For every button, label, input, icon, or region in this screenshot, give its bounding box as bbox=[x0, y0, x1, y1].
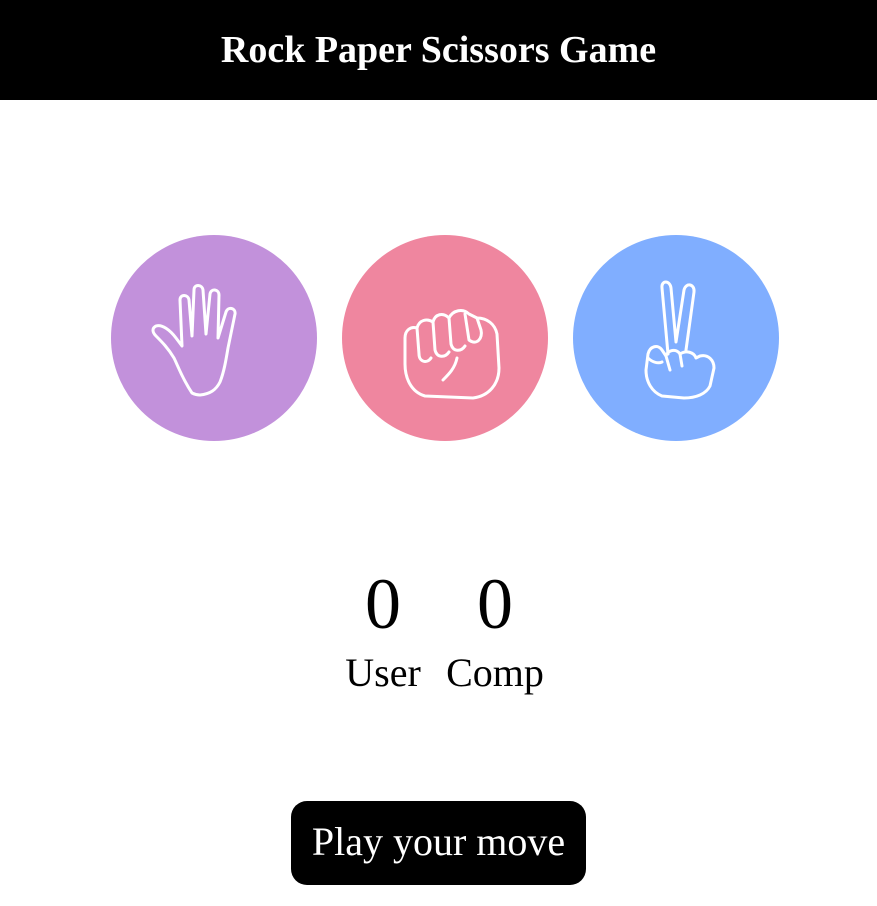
paper-choice-button[interactable] bbox=[111, 235, 317, 441]
user-score-label: User bbox=[345, 650, 421, 695]
comp-score-value: 0 bbox=[477, 564, 513, 644]
peace-hand-icon bbox=[644, 280, 716, 400]
scissors-choice-button[interactable] bbox=[573, 235, 779, 441]
user-score-value: 0 bbox=[365, 564, 401, 644]
score-board: 0 User 0 Comp bbox=[0, 560, 877, 720]
comp-score-label: Comp bbox=[446, 650, 544, 695]
fist-icon bbox=[403, 309, 501, 400]
open-hand-icon bbox=[151, 284, 237, 397]
message-container: Play your move bbox=[0, 801, 877, 885]
status-message: Play your move bbox=[290, 801, 587, 885]
comp-score: 0 Comp bbox=[440, 560, 550, 698]
choices-container bbox=[0, 235, 877, 441]
page-title: Rock Paper Scissors Game bbox=[220, 29, 657, 71]
rock-choice-button[interactable] bbox=[342, 235, 548, 441]
user-score: 0 User bbox=[333, 560, 433, 698]
header-bar: Rock Paper Scissors Game bbox=[0, 0, 877, 100]
